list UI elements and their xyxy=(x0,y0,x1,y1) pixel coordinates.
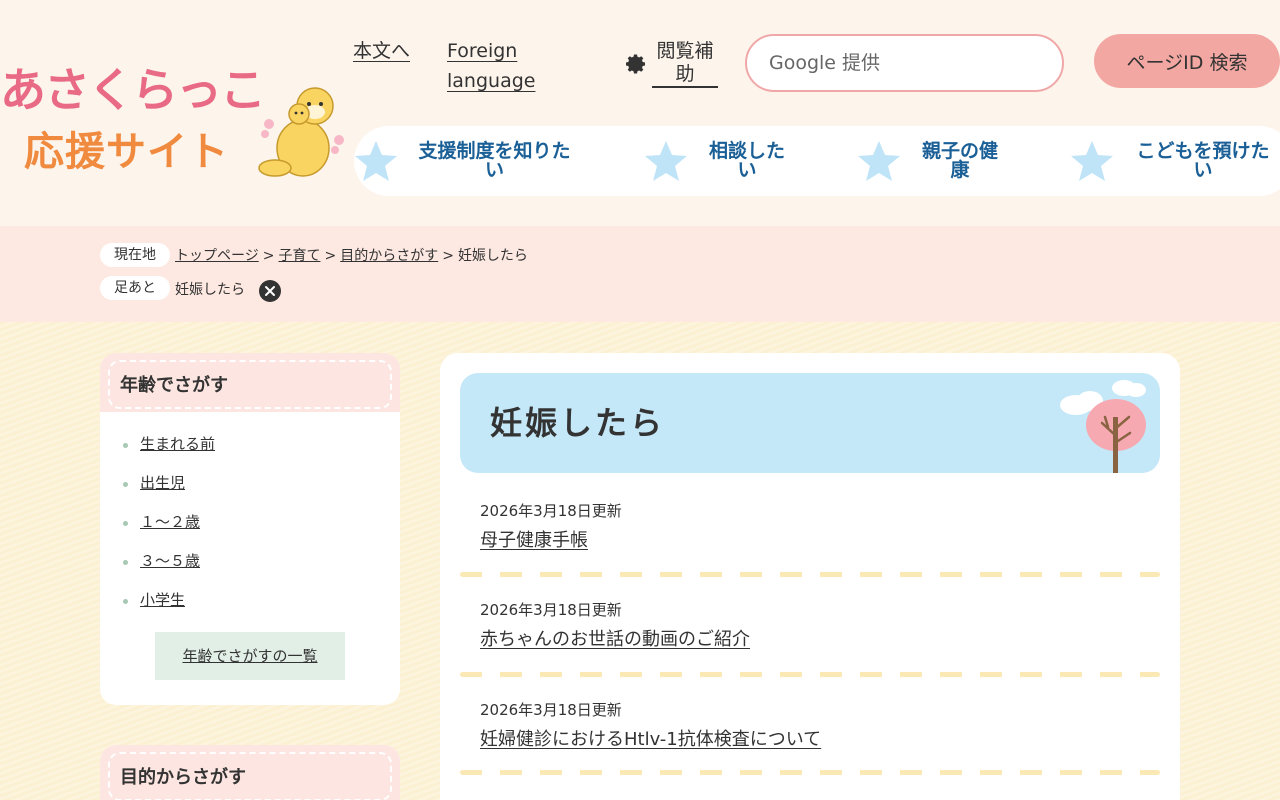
breadcrumb-link-purpose[interactable]: 目的からさがす xyxy=(340,248,438,264)
breadcrumb-current: 妊娠したら xyxy=(457,248,528,264)
site-logo[interactable]: あさくらっこ 応援サイト xyxy=(0,62,350,182)
article-link[interactable]: 母子健康手帳 xyxy=(480,529,588,553)
logo-text-main: あさくらっこ xyxy=(0,63,266,117)
list-item: 小学生 xyxy=(100,568,400,609)
close-icon xyxy=(265,286,275,296)
page-title: 妊娠したら xyxy=(490,404,666,442)
list-item: 出生児 xyxy=(100,451,400,492)
history-label: 足あと xyxy=(100,276,170,300)
breadcrumb: トップページ > 子育て > 目的からさがす > 妊娠したら xyxy=(175,246,528,266)
breadcrumb-link-childcare[interactable]: 子育て xyxy=(278,248,320,264)
breadcrumb-area: 現在地 トップページ > 子育て > 目的からさがす > 妊娠したら 足あと 妊娠したら xyxy=(0,226,1280,322)
dashed-divider xyxy=(460,672,1160,677)
dashed-divider xyxy=(460,770,1160,775)
page-id-search-button[interactable]: ページID 検索 xyxy=(1094,34,1280,88)
list-item: １～２歳 xyxy=(100,490,400,531)
article-link[interactable]: 赤ちゃんのお世話の動画のご紹介 xyxy=(480,628,750,652)
breadcrumb-separator: > xyxy=(324,248,337,264)
gear-icon xyxy=(626,54,645,74)
list-item: 生まれる前 xyxy=(100,412,400,453)
site-search-input[interactable] xyxy=(745,34,1064,92)
sidebar-title: 目的からさがす xyxy=(120,767,246,788)
dashed-divider xyxy=(460,572,1160,577)
logo-text-sub: 応援サイト xyxy=(24,129,229,175)
gnav-label: 親子の健康 xyxy=(921,140,998,181)
sidebar-purpose-search: 目的からさがす xyxy=(100,745,400,800)
breadcrumb-separator: > xyxy=(442,248,454,264)
gnav-label: 支援制度を知りたい xyxy=(418,140,571,181)
sidebar-link-elementary[interactable]: 小学生 xyxy=(140,591,185,609)
star-icon xyxy=(1071,141,1113,181)
article-date: 2026年3月18日更新 xyxy=(480,601,622,619)
tree-cloud-icon xyxy=(1060,380,1146,473)
gnav-item-support-system[interactable]: 支援制度を知りたい xyxy=(354,126,577,196)
list-item: 2026年3月18日更新 母子健康手帳 xyxy=(460,501,1160,601)
sidebar-header: 目的からさがす xyxy=(100,745,400,800)
sidebar-title: 年齢でさがす xyxy=(120,375,228,396)
gnav-label: こどもを預けたい xyxy=(1136,140,1270,181)
content-card: 妊娠したら 2026年3月18日更新 母子健康手帳 2026年3月18日更新 赤… xyxy=(440,353,1180,800)
star-icon xyxy=(858,141,900,181)
gnav-label: 相談したい xyxy=(708,140,785,181)
global-navigation: 支援制度を知りたい 相談したい 親子の健康 こどもを預けたい xyxy=(354,126,1280,196)
otter-mascot-icon xyxy=(258,87,344,177)
article-date: 2026年3月18日更新 xyxy=(480,701,622,719)
breadcrumb-separator: > xyxy=(262,248,275,264)
foreign-language-link[interactable]: Foreign language xyxy=(447,36,557,96)
accessibility-assist-button[interactable]: 閲覧補助 xyxy=(624,40,718,88)
star-icon xyxy=(355,141,397,181)
page-title-banner: 妊娠したら xyxy=(460,373,1160,473)
breadcrumb-link-top[interactable]: トップページ xyxy=(175,248,259,264)
star-icon xyxy=(645,141,687,181)
site-header: あさくらっこ 応援サイト 本文へ Foreign language 閲覧補助 ペ… xyxy=(0,0,1280,226)
sidebar-header: 年齢でさがす xyxy=(100,353,400,412)
list-item: 2026年3月18日更新 赤ちゃんのお世話の動画のご紹介 xyxy=(460,600,1160,700)
history-item[interactable]: 妊娠したら xyxy=(175,280,245,300)
gnav-item-consultation[interactable]: 相談したい xyxy=(644,126,792,196)
sidebar-list: 生まれる前 出生児 １～２歳 ３～５歳 小学生 xyxy=(100,412,400,609)
list-item: ３～５歳 xyxy=(100,529,400,570)
accessibility-assist-label: 閲覧補助 xyxy=(652,40,718,88)
history-remove-button[interactable] xyxy=(259,280,281,302)
article-date: 2026年3月18日更新 xyxy=(480,502,622,520)
gnav-item-childcare[interactable]: こどもを預けたい xyxy=(1070,126,1278,196)
current-location-label: 現在地 xyxy=(100,243,170,267)
list-item: 2026年3月18日更新 妊婦健診におけるHtlv-1抗体検査について xyxy=(460,700,1160,800)
article-link[interactable]: 妊婦健診におけるHtlv-1抗体検査について xyxy=(480,728,821,752)
skip-to-content-link[interactable]: 本文へ xyxy=(353,36,413,66)
sidebar-age-search: 年齢でさがす 生まれる前 出生児 １～２歳 ３～５歳 小学生 年齢でさがすの一覧 xyxy=(100,353,400,705)
sidebar-more-button[interactable]: 年齢でさがすの一覧 xyxy=(155,632,345,680)
gnav-item-parent-child-health[interactable]: 親子の健康 xyxy=(857,126,1005,196)
